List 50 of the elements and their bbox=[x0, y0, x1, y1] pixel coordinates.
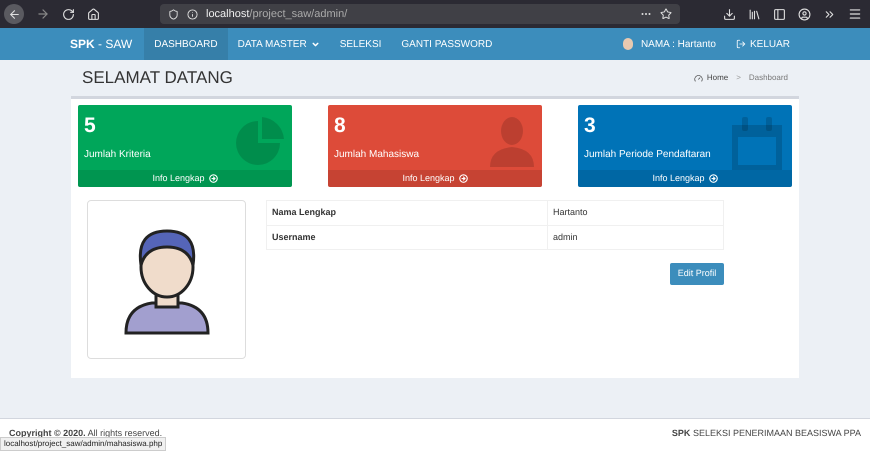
user-icon bbox=[488, 115, 536, 167]
arrow-circle-icon bbox=[458, 174, 468, 183]
stat-value: 5 bbox=[84, 113, 97, 139]
stat-label: Jumlah Kriteria bbox=[84, 148, 151, 162]
stat-label: Jumlah Mahasiswa bbox=[334, 148, 420, 162]
library-icon[interactable] bbox=[748, 8, 761, 20]
info-link[interactable]: Info Lengkap bbox=[328, 170, 542, 187]
dashboard-icon bbox=[694, 74, 703, 82]
back-arrow-icon bbox=[8, 8, 20, 20]
logout-icon bbox=[736, 39, 746, 49]
back-button[interactable] bbox=[4, 4, 24, 24]
stat-value: 3 bbox=[584, 113, 597, 139]
breadcrumb-link[interactable]: Home bbox=[706, 72, 728, 84]
stat-label: Jumlah Periode Pendaftaran bbox=[584, 148, 711, 162]
download-icon[interactable] bbox=[723, 8, 736, 20]
menu-icon[interactable] bbox=[848, 7, 862, 21]
table-cell-text: Nama Lengkap bbox=[271, 206, 338, 220]
table-cell-text: Username bbox=[271, 230, 317, 244]
brand-logo[interactable]: SPK - SAW bbox=[70, 35, 132, 53]
table-cell: Hartanto bbox=[547, 201, 723, 225]
breadcrumb-current: Dashboard bbox=[748, 72, 788, 84]
user-name[interactable]: NAMA : Hartanto bbox=[640, 36, 716, 52]
nav-item[interactable]: DASHBOARD bbox=[144, 28, 228, 60]
sidebar-icon[interactable] bbox=[773, 8, 786, 20]
reload-icon[interactable] bbox=[62, 8, 75, 20]
table-cell: admin bbox=[547, 226, 723, 250]
info-link[interactable]: Info Lengkap bbox=[578, 170, 792, 187]
address-bar[interactable]: localhost/project_saw/admin/ bbox=[160, 4, 680, 24]
pie-chart-icon bbox=[234, 115, 286, 167]
status-tooltip: localhost/project_saw/admin/mahasiswa.php bbox=[0, 437, 166, 451]
user-avatar-icon bbox=[622, 38, 633, 50]
nav-item[interactable]: GANTI PASSWORD bbox=[391, 28, 502, 60]
nav-item[interactable]: DATA MASTER bbox=[228, 28, 330, 60]
url-text: localhost/project_saw/admin/ bbox=[206, 6, 348, 22]
breadcrumb-separator: > bbox=[736, 72, 741, 84]
forward-icon[interactable] bbox=[36, 7, 50, 21]
footer-title: SPK SELEKSI PENERIMAAN BEASISWA PPA bbox=[672, 427, 861, 440]
home-icon[interactable] bbox=[87, 8, 100, 20]
info-link[interactable]: Info Lengkap bbox=[78, 170, 292, 187]
account-icon[interactable] bbox=[798, 8, 811, 20]
stat-value: 8 bbox=[334, 113, 347, 139]
shield-icon[interactable] bbox=[168, 8, 179, 20]
logout-link[interactable]: KELUAR bbox=[736, 36, 790, 52]
page-title: SELAMAT DATANG bbox=[82, 67, 233, 90]
star-icon[interactable] bbox=[660, 8, 672, 20]
arrow-circle-icon bbox=[708, 174, 718, 183]
edit-profile-button[interactable]: Edit Profil bbox=[670, 263, 724, 285]
arrow-circle-icon bbox=[208, 174, 218, 183]
info-icon[interactable] bbox=[187, 8, 198, 20]
nav-item[interactable]: SELEKSI bbox=[330, 28, 392, 60]
